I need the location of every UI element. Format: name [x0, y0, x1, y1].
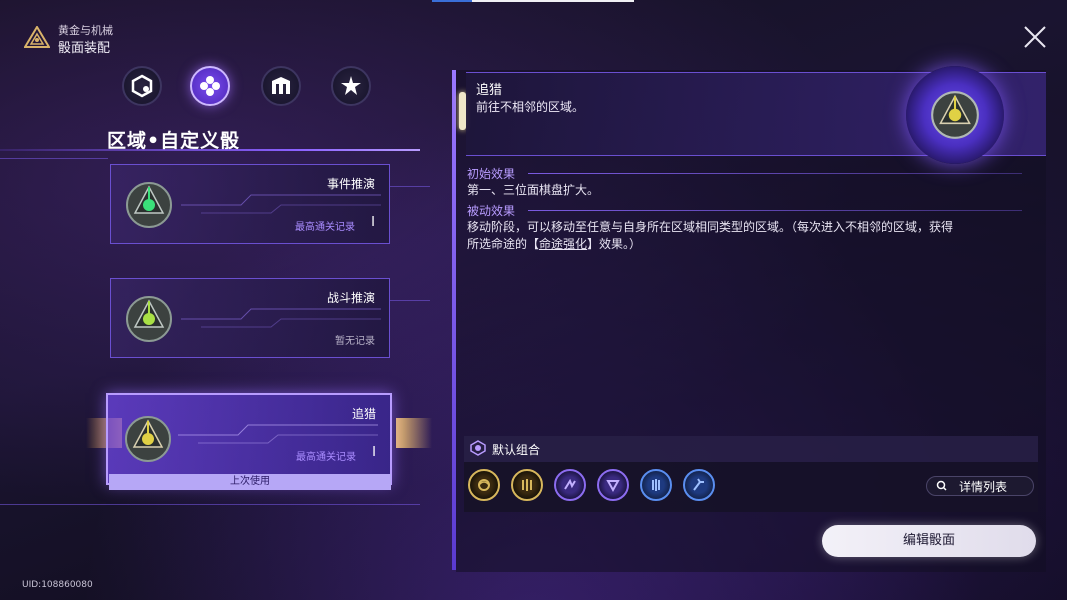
page-title: 骰面装配: [58, 41, 111, 56]
details-list-button[interactable]: 详情列表: [926, 476, 1034, 496]
erudition-path-icon[interactable]: [511, 469, 543, 501]
tower-icon: [272, 77, 290, 94]
close-icon[interactable]: [1022, 24, 1048, 50]
hex-cluster-icon: [200, 76, 220, 96]
category-tab-tower[interactable]: [261, 66, 301, 106]
dice-card-record: 暂无记录: [335, 336, 375, 347]
passive-effect-text-part: 所选命途的【: [467, 237, 540, 251]
nihility-path-icon[interactable]: [554, 469, 586, 501]
divider: [528, 210, 1022, 211]
combo-hex-icon: [470, 440, 486, 456]
record-marker-icon: I: [371, 215, 375, 230]
passive-effect-text-part: 】效果。）: [587, 237, 642, 251]
deco-line: [390, 300, 430, 301]
die-icon: [931, 91, 979, 139]
scroll-handle[interactable]: [459, 92, 466, 130]
elation-path-icon[interactable]: [597, 469, 629, 501]
divider: [528, 173, 1022, 174]
dice-card-name: 战斗推演: [326, 291, 375, 305]
deco-line: [0, 158, 108, 159]
record-marker-icon: I: [372, 445, 376, 460]
preservation-path-icon[interactable]: [683, 469, 715, 501]
category-tab-starburst[interactable]: [331, 66, 371, 106]
dice-card-hunt[interactable]: 追猎 最高通关记录 I: [106, 393, 392, 485]
section-underline: [0, 149, 420, 151]
hunt-path-icon[interactable]: [640, 469, 672, 501]
last-used-badge: 上次使用: [109, 474, 391, 490]
passive-effect-text: 移动阶段，可以移动至任意与自身所在区域相同类型的区域。（每次进入不相邻的区域，获…: [467, 219, 1027, 253]
die-icon: [126, 182, 172, 228]
dice-card-battle[interactable]: 战斗推演 暂无记录: [110, 278, 390, 358]
keyword-link[interactable]: 命途强化: [539, 237, 587, 251]
gold-and-gears-logo-icon: [24, 26, 50, 48]
initial-effect-title: 初始效果: [467, 167, 516, 181]
combo-label: 默认组合: [492, 443, 541, 457]
selected-die-orb: [906, 66, 1004, 164]
passive-effect-title: 被动效果: [467, 204, 516, 218]
starburst-icon: [341, 76, 361, 95]
dice-icon: [131, 74, 153, 98]
dice-card-name: 追猎: [351, 407, 376, 421]
dice-card-record: 最高通关记录: [296, 452, 356, 463]
deco-line: [390, 186, 430, 187]
panel-divider: [452, 70, 456, 570]
passive-effect-line: 所选命途的【命途强化】效果。）: [467, 236, 1027, 253]
deco-line: [0, 504, 420, 505]
dice-card-name: 事件推演: [326, 177, 375, 191]
detail-dice-description: 前往不相邻的区域。: [476, 100, 585, 114]
detail-dice-name: 追猎: [476, 83, 503, 98]
search-icon: [936, 480, 947, 491]
dice-card-event[interactable]: 事件推演 最高通关记录 I: [110, 164, 390, 244]
uid-label: UID:108860080: [22, 580, 93, 590]
edit-dice-button[interactable]: 编辑骰面: [822, 525, 1036, 557]
dice-card-record: 最高通关记录: [295, 222, 355, 233]
top-tab-indicator: [432, 0, 634, 2]
die-icon: [126, 296, 172, 342]
combo-header: [464, 436, 1038, 462]
initial-effect-text: 第一、三位面棋盘扩大。: [467, 183, 600, 197]
selection-glow-right: [396, 418, 432, 448]
mode-name: 黄金与机械: [58, 24, 113, 37]
die-icon: [125, 416, 171, 462]
category-tab-custom-dice[interactable]: [190, 66, 230, 106]
category-tab-dice[interactable]: [122, 66, 162, 106]
details-list-label: 详情列表: [959, 479, 1008, 494]
abundance-path-icon[interactable]: [468, 469, 500, 501]
passive-effect-line: 移动阶段，可以移动至任意与自身所在区域相同类型的区域。（每次进入不相邻的区域，获…: [467, 220, 954, 234]
